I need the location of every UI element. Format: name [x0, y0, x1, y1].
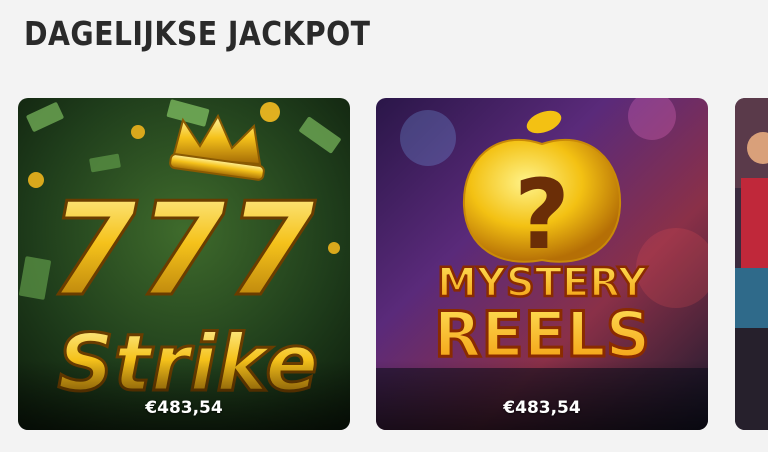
card-shade	[18, 360, 350, 430]
card-shade	[376, 360, 708, 430]
jackpot-amount: €483,54	[145, 398, 223, 418]
section-title: DAGELIJKSE JACKPOT	[24, 14, 371, 53]
svg-text:?: ?	[514, 159, 570, 271]
game-card-mystery-reels[interactable]: ? MYSTERY REELS €483,54	[376, 98, 708, 430]
game-title-777: 777	[48, 176, 315, 325]
game-carousel: 777 Strike €483,54	[18, 98, 768, 430]
game-artwork-partial	[735, 98, 768, 430]
jackpot-amount: €483,54	[503, 398, 581, 418]
game-card-partial[interactable]	[735, 98, 768, 430]
game-card-777-strike[interactable]: 777 Strike €483,54	[18, 98, 350, 430]
